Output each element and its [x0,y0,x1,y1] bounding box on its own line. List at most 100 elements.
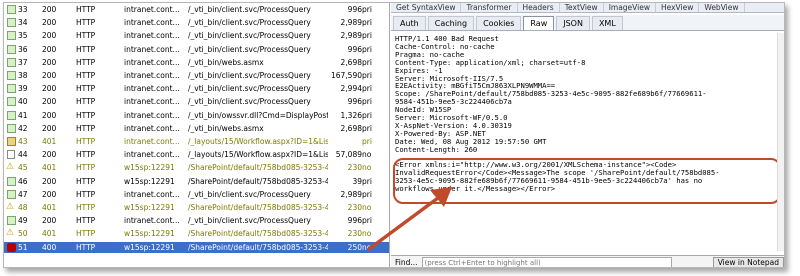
top-tab[interactable]: Transformer [461,3,518,12]
session-row[interactable]: 37 200 HTTP intranet.cont... /_vti_bin/webs.… [4,57,389,68]
caching: pri [362,5,372,14]
host: intranet.cont... [124,137,180,146]
caching: pri [362,123,372,133]
url: /_vti_bin/client.svc/ProcessQuery [188,97,311,107]
session-row[interactable]: 43 401 HTTP intranet.cont... /_layouts/15/Wo… [4,136,389,147]
tab-auth[interactable]: Auth [393,16,426,30]
body-size: 1,326 [340,110,362,120]
error-highlight-callout [393,158,781,204]
protocol: HTTP [76,84,96,94]
top-tab[interactable]: WebView [699,3,745,12]
session-row[interactable]: 49 200 HTTP intranet.cont... /_vti_bin/clien… [4,215,389,226]
tab-xml[interactable]: XML [591,16,623,30]
tab-cookies[interactable]: Cookies [476,16,522,30]
result-code: 200 [42,150,57,160]
session-row[interactable]: 34 200 HTTP intranet.cont... /_vti_bin/clien… [4,17,389,28]
url: /_vti_bin/client.svc/ProcessQuery [188,18,311,28]
vertical-scrollbar[interactable] [777,33,784,251]
url: /_layouts/15/Workflow.aspx?ID=1&Lis... [188,137,328,146]
host: w15sp:12291 [124,163,175,173]
top-tab[interactable]: Headers [518,3,560,12]
session-row[interactable]: ⚠ 50 401 HTTP w15sp:12291/SharePoint/default… [4,228,389,239]
url: /_vti_bin/webs.asmx [188,123,264,133]
js-icon [4,110,18,120]
tab-raw[interactable]: Raw [523,16,555,30]
result-code: 200 [42,5,57,14]
caching: pri [362,18,372,28]
result-code: 200 [42,110,57,120]
session-number: 39 [18,84,28,94]
host: intranet.cont... [124,123,180,133]
body-size: 2,698 [340,57,362,67]
top-tab[interactable]: HexView [656,3,700,12]
caching: pri [362,84,372,94]
session-row[interactable]: 40 200 HTTP intranet.cont... /_vti_bin/clien… [4,96,389,107]
js-icon [4,31,18,41]
protocol: HTTP [76,110,96,120]
result-code: 200 [42,44,57,54]
url: /_vti_bin/client.svc/ProcessQuery [188,216,311,226]
session-row[interactable]: 39 200 HTTP intranet.cont... /_vti_bin/clien… [4,83,389,94]
result-code: 200 [42,189,57,199]
session-row[interactable]: 41 200 HTTP intranet.cont... /_vti_bin/owssv… [4,110,389,121]
session-number: 49 [18,216,28,226]
url: /_layouts/15/Workflow.aspx?ID=1&Lis... [188,150,328,160]
url: /_vti_bin/client.svc/ProcessQuery [188,31,311,41]
host: intranet.cont... [124,5,180,14]
host: w15sp:12291 [124,242,175,252]
view-in-notepad-button[interactable]: View in Notepad [712,257,784,267]
warn-icon: ⚠ [6,202,15,212]
top-tab[interactable]: TextView [560,3,604,12]
session-number: 45 [18,163,28,173]
session-row[interactable]: 42 200 HTTP intranet.cont... /_vti_bin/webs.… [4,123,389,134]
body-size: 996 [347,216,362,226]
result-code: 200 [42,57,57,67]
url: /_vti_bin/owssvr.dll?Cmd=DisplayPost [188,110,328,120]
session-number: 46 [18,176,28,186]
find-input[interactable] [421,257,672,267]
session-number: 38 [18,71,28,80]
warn-icon: ⚠ [6,162,15,173]
host: intranet.cont... [124,189,180,199]
host: intranet.cont... [124,84,180,94]
session-row[interactable]: 46 200 HTTP w15sp:12291/SharePoint/default/… [4,176,389,187]
warn-icon: ⚠ [6,228,15,239]
tab-caching[interactable]: Caching [427,16,475,30]
host: intranet.cont... [124,31,180,41]
host: intranet.cont... [124,57,180,67]
session-row[interactable]: 47 200 HTTP intranet.cont... /_vti_bin/clien… [4,189,389,200]
page-icon [4,150,18,160]
session-row[interactable]: 44 200 HTTP intranet.cont... /_layouts/15/Wo… [4,149,389,160]
url: /SharePoint/default/758bd085-3253-4... [188,203,328,212]
response-headers-text[interactable]: HTTP/1.1 400 Bad Request Cache-Control: … [395,35,783,235]
url: /_vti_bin/client.svc/ProcessQuery [188,5,311,14]
top-tab[interactable]: ImageView [604,3,656,12]
caching: no [362,203,372,212]
host: w15sp:12291 [124,176,175,186]
body-size: 230 [347,229,362,239]
protocol: HTTP [76,5,96,14]
protocol: HTTP [76,57,96,67]
caching: pri [362,216,372,226]
host: intranet.cont... [124,18,180,28]
caching: no [362,242,372,252]
caching: pri [362,97,372,107]
find-bar: Find... View in Notepad [391,255,784,267]
session-row[interactable]: ⚠ 45 401 HTTP w15sp:12291/SharePoint/default… [4,162,389,173]
caching: no [362,163,372,173]
url: /SharePoint/default/758bd085-3253-4... [188,229,328,239]
protocol: HTTP [76,163,96,173]
body-size: 996 [347,44,362,54]
session-list[interactable]: 33 200 HTTP intranet.cont... /_vti_bin/clien… [4,3,390,267]
session-row[interactable]: 38 200 HTTP intranet.cont... /_vti_bin/clien… [4,70,389,81]
session-row[interactable]: 33 200 HTTP intranet.cont... /_vti_bin/clien… [4,4,389,15]
protocol: HTTP [76,31,96,41]
session-row[interactable]: 36 200 HTTP intranet.cont... /_vti_bin/clien… [4,44,389,55]
top-tab[interactable]: Get SyntaxView [391,3,462,12]
tab-json[interactable]: JSON [556,16,590,30]
host: intranet.cont... [124,216,180,226]
host: intranet.cont... [124,150,180,160]
session-row[interactable]: 51 400 HTTP w15sp:12291/SharePoint/default/… [4,241,389,253]
session-row[interactable]: ⚠ 48 401 HTTP w15sp:12291/SharePoint/default… [4,202,389,213]
session-row[interactable]: 35 200 HTTP intranet.cont... /_vti_bin/clien… [4,30,389,41]
